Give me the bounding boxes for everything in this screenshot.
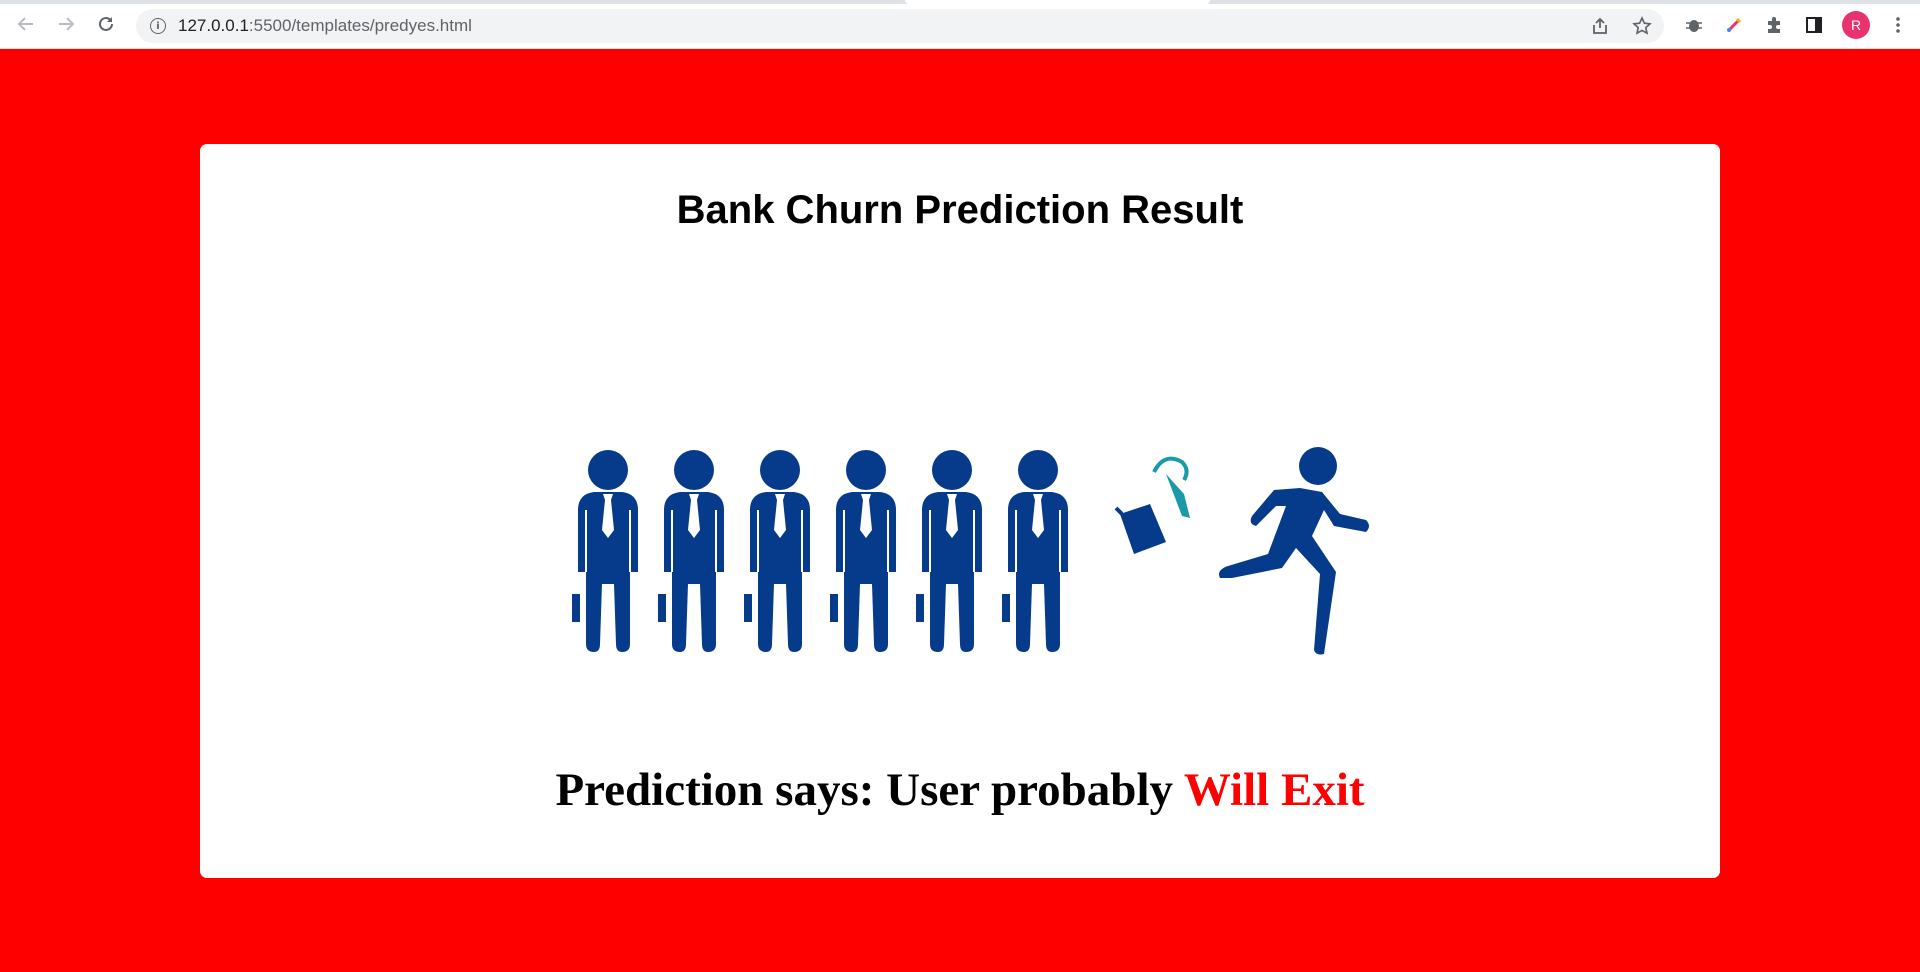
url-path: :5500/templates/predyes.html <box>248 16 472 35</box>
standing-employee-icon <box>915 449 983 653</box>
standing-employee-icon <box>829 449 897 653</box>
bug-extension-icon[interactable] <box>1682 13 1706 37</box>
more-menu-icon[interactable] <box>1886 13 1910 37</box>
extensions-puzzle-icon[interactable] <box>1762 13 1786 37</box>
back-button[interactable] <box>10 8 42 40</box>
arrow-left-icon <box>17 17 33 31</box>
reload-button[interactable] <box>90 8 122 40</box>
color-picker-extension-icon[interactable] <box>1722 13 1746 37</box>
browser-toolbar: i 127.0.0.1:5500/templates/predyes.html … <box>0 0 1920 49</box>
standing-employee-icon <box>1001 449 1069 653</box>
side-panel-icon[interactable] <box>1802 13 1826 37</box>
forward-button[interactable] <box>50 8 82 40</box>
bookmark-star-icon[interactable] <box>1630 14 1654 38</box>
url-host: 127.0.0.1 <box>178 16 249 35</box>
page-title: Bank Churn Prediction Result <box>676 188 1244 232</box>
profile-avatar[interactable]: R <box>1842 11 1870 39</box>
flying-tie-icon <box>1152 456 1190 518</box>
prediction-result: Prediction says: User probably Will Exit <box>200 763 1720 817</box>
standing-employee-icon <box>743 449 811 653</box>
arrow-right-icon <box>59 17 75 31</box>
running-man-icon <box>1219 447 1369 655</box>
result-prefix: Prediction says: User probably <box>555 764 1184 816</box>
tab-strip <box>0 0 1920 4</box>
result-card: Bank Churn Prediction Result Prediction … <box>200 144 1720 878</box>
reload-icon <box>99 16 113 31</box>
churn-illustration <box>571 447 1369 655</box>
standing-employee-icon <box>571 449 639 653</box>
standing-employee-icon <box>657 449 725 653</box>
share-icon[interactable] <box>1588 14 1612 38</box>
result-highlight: Will Exit <box>1183 764 1365 816</box>
briefcase-icon <box>1114 504 1166 554</box>
site-info-icon[interactable]: i <box>150 18 166 34</box>
address-bar[interactable]: i 127.0.0.1:5500/templates/predyes.html <box>136 9 1664 43</box>
